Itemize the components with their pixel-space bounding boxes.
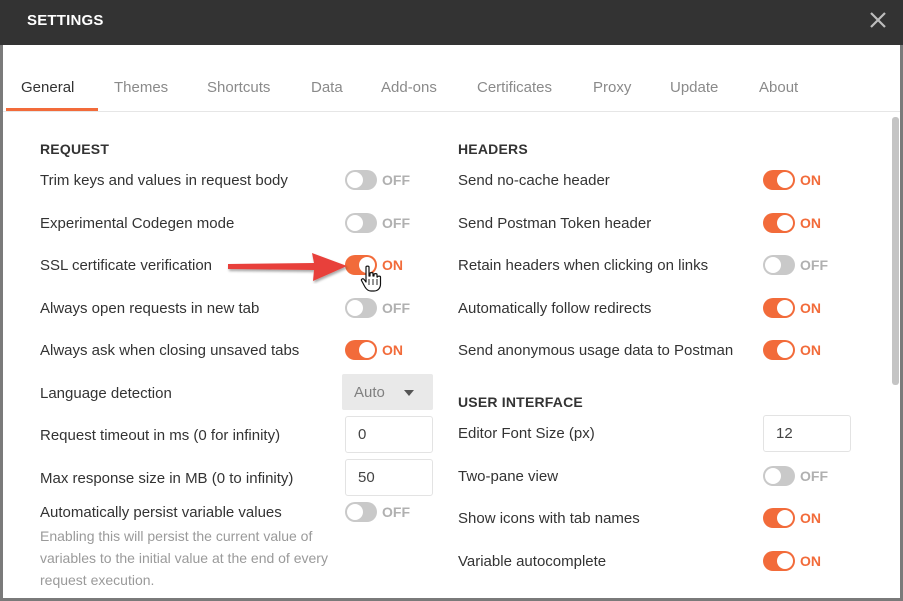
toggle-postman-token-header[interactable]: ON [763,212,853,234]
toggle-state: OFF [800,257,828,273]
vertical-scrollbar[interactable] [892,117,899,385]
toggle-state: ON [800,553,821,569]
setting-label: Send Postman Token header [458,215,652,232]
tab-update[interactable]: Update [670,79,718,96]
tab-certificates[interactable]: Certificates [477,79,552,96]
toggle-state: ON [800,172,821,188]
select-value: Auto [354,384,385,401]
toggle-trim-keys[interactable]: OFF [345,169,435,191]
section-title-request: REQUEST [40,141,110,157]
hand-cursor-icon [360,265,382,292]
max-response-size-input[interactable]: 50 [345,459,433,496]
toggle-persist-variables[interactable]: OFF [345,501,435,523]
setting-label: Send anonymous usage data to Postman [458,342,734,359]
setting-label: Trim keys and values in request body [40,172,288,189]
setting-label: Always open requests in new tab [40,300,260,317]
window-title: SETTINGS [27,12,104,29]
toggle-state: OFF [800,468,828,484]
toggle-state: ON [382,342,403,358]
annotation-arrow-icon [228,253,347,281]
toggle-two-pane-view[interactable]: OFF [763,465,853,487]
toggle-state: ON [800,215,821,231]
setting-description: Enabling this will persist the current v… [40,528,328,588]
close-icon[interactable] [867,9,889,31]
tab-about[interactable]: About [759,79,798,96]
toggle-icons-with-tab-names[interactable]: ON [763,507,853,529]
tab-shortcuts[interactable]: Shortcuts [207,79,270,96]
request-timeout-input[interactable]: 0 [345,416,433,453]
settings-tabs: General Themes Shortcuts Data Add-ons Ce… [3,45,900,112]
title-bar: SETTINGS [0,0,903,45]
section-title-headers: HEADERS [458,141,528,157]
setting-label: Automatically persist variable values [40,504,282,521]
setting-label: Show icons with tab names [458,510,640,527]
toggle-state: ON [382,257,403,273]
toggle-state: OFF [382,504,410,520]
toggle-follow-redirects[interactable]: ON [763,297,853,319]
toggle-variable-autocomplete[interactable]: ON [763,550,853,572]
toggle-state: OFF [382,172,410,188]
toggle-state: OFF [382,215,410,231]
chevron-down-icon [404,390,414,396]
setting-label: Automatically follow redirects [458,300,652,317]
setting-label: Send no-cache header [458,172,610,189]
setting-label: SSL certificate verification [40,257,213,274]
setting-label: Editor Font Size (px) [458,425,595,442]
section-title-user-interface: USER INTERFACE [458,394,583,410]
setting-label: Language detection [40,385,172,402]
toggle-experimental-codegen[interactable]: OFF [345,212,435,234]
editor-font-size-input[interactable]: 12 [763,415,851,452]
toggle-state: ON [800,510,821,526]
setting-label: Variable autocomplete [458,553,607,570]
language-detection-select[interactable]: Auto [342,374,433,410]
setting-label: Two-pane view [458,468,559,485]
toggle-retain-headers[interactable]: OFF [763,254,853,276]
toggle-open-in-new-tab[interactable]: OFF [345,297,435,319]
toggle-ask-closing-unsaved[interactable]: ON [345,339,435,361]
toggle-state: OFF [382,300,410,316]
toggle-state: ON [800,300,821,316]
tab-general[interactable]: General [21,79,74,96]
toggle-usage-data[interactable]: ON [763,339,853,361]
general-settings-panel: REQUEST Trim keys and values in request … [3,112,892,598]
active-tab-indicator [6,108,98,111]
tab-data[interactable]: Data [311,79,343,96]
toggle-state: ON [800,342,821,358]
toggle-ssl-verification[interactable]: ON [345,254,435,276]
tab-themes[interactable]: Themes [114,79,168,96]
toggle-no-cache-header[interactable]: ON [763,169,853,191]
setting-label: Retain headers when clicking on links [458,257,709,274]
tab-proxy[interactable]: Proxy [593,79,631,96]
setting-label: Experimental Codegen mode [40,215,235,232]
tab-add-ons[interactable]: Add-ons [381,79,437,96]
setting-label: Always ask when closing unsaved tabs [40,342,300,359]
setting-label: Request timeout in ms (0 for infinity) [40,427,281,444]
setting-label: Max response size in MB (0 to infinity) [40,470,294,487]
